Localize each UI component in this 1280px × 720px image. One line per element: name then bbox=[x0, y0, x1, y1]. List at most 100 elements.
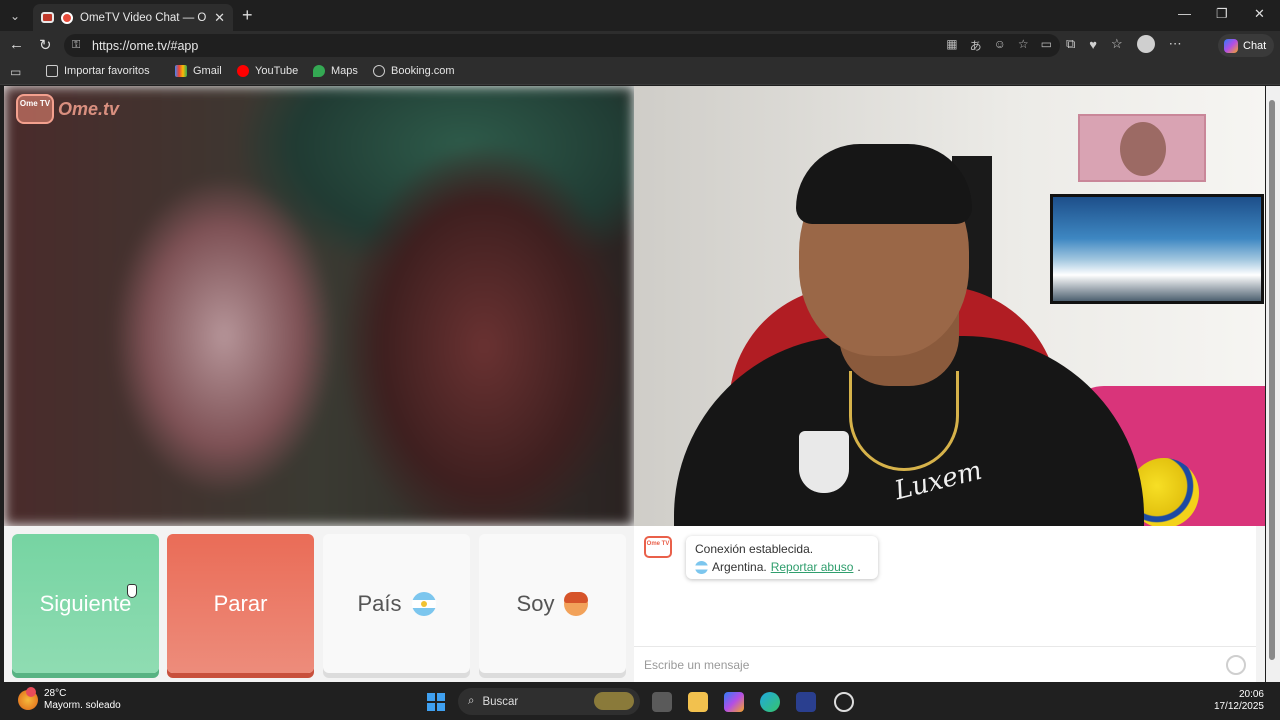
argentina-flag-icon bbox=[411, 591, 436, 616]
emoji-picker-icon[interactable] bbox=[1226, 655, 1246, 675]
app-record-icon[interactable] bbox=[834, 692, 854, 712]
browser-tab[interactable]: OmeTV Video Chat — Omegl ✕ bbox=[33, 4, 233, 31]
omnibox-actions: ▦ あ ☺ ☆ ▭ bbox=[946, 37, 1052, 54]
clock-time: 20:06 bbox=[1238, 689, 1264, 700]
task-view-icon[interactable] bbox=[652, 692, 672, 712]
ometv-logo[interactable]: Ome TV Ome.tv bbox=[16, 94, 119, 124]
next-button[interactable]: Siguiente bbox=[12, 534, 159, 673]
site-info-icon[interactable]: ⚿ bbox=[72, 39, 86, 53]
message-input[interactable]: Escribe un mensaje bbox=[634, 646, 1256, 682]
restore-icon[interactable]: ❐ bbox=[1216, 6, 1228, 22]
favorite-star-icon[interactable]: ☆ bbox=[1018, 37, 1029, 54]
tab-bar: ⌄ OmeTV Video Chat — Omegl ✕ + — ❐ ✕ bbox=[0, 0, 1280, 31]
clock-date: 17/12/2025 bbox=[1213, 701, 1264, 712]
copilot-icon[interactable] bbox=[724, 692, 744, 712]
tab-title: OmeTV Video Chat — Omegl bbox=[80, 11, 207, 24]
bookmark-import[interactable]: Importar favoritos bbox=[46, 65, 150, 77]
background-tv bbox=[1050, 194, 1264, 304]
ometv-logo-badge: Ome TV bbox=[16, 94, 54, 124]
next-label: Siguiente bbox=[39, 590, 132, 616]
partner-country: Argentina. bbox=[712, 560, 767, 574]
country-label: País bbox=[357, 590, 402, 616]
more-menu-icon[interactable]: ⋯ bbox=[1169, 36, 1182, 52]
favorites-icon[interactable]: ☆ bbox=[1111, 36, 1123, 52]
bookmark-label: Gmail bbox=[193, 65, 222, 77]
copilot-chat-button[interactable]: Chat bbox=[1218, 34, 1274, 57]
search-icon: ⌕ bbox=[468, 695, 475, 707]
file-explorer-icon[interactable] bbox=[688, 692, 708, 712]
gender-label: Soy bbox=[516, 590, 555, 616]
bookmark-youtube[interactable]: YouTube bbox=[237, 65, 298, 77]
system-message: Conexión establecida. Argentina. Reporta… bbox=[686, 536, 878, 579]
ometv-logo-text: Ome.tv bbox=[58, 98, 120, 119]
b-app-icon[interactable] bbox=[796, 692, 816, 712]
close-window-icon[interactable]: ✕ bbox=[1254, 6, 1265, 22]
scrollbar-thumb[interactable] bbox=[1269, 100, 1275, 660]
bookmark-gmail[interactable]: Gmail bbox=[175, 65, 222, 77]
stranger-video bbox=[4, 86, 634, 526]
globe-icon bbox=[373, 65, 385, 77]
search-highlight-icon bbox=[594, 692, 634, 710]
gender-button[interactable]: Soy bbox=[479, 534, 626, 673]
copilot-chat-label: Chat bbox=[1243, 39, 1267, 52]
address-bar: ← ↻ ⚿ https://ome.tv/#app ▦ あ ☺ ☆ ▭ ⧉ ♥ … bbox=[0, 31, 1280, 60]
stop-button[interactable]: Parar bbox=[167, 534, 314, 673]
chat-controls: Siguiente Parar País Soy bbox=[4, 526, 634, 682]
wall-poster bbox=[1078, 114, 1206, 182]
url-field[interactable]: ⚿ https://ome.tv/#app ▦ あ ☺ ☆ ▭ bbox=[64, 34, 1060, 57]
extensions-icon[interactable]: ⧉ bbox=[1066, 36, 1075, 52]
import-icon bbox=[46, 65, 58, 77]
report-abuse-link[interactable]: Reportar abuso bbox=[771, 558, 854, 576]
ometv-page: Ome TV Ome.tv Luxem Siguiente Parar País bbox=[4, 86, 1265, 682]
toolbar-icons: ⧉ ♥ ☆ ⋯ bbox=[1066, 35, 1182, 53]
reload-icon[interactable]: ↻ bbox=[39, 36, 52, 54]
maps-icon bbox=[313, 65, 325, 77]
new-tab-plus-icon[interactable]: + bbox=[242, 6, 253, 24]
search-label: Buscar bbox=[482, 695, 519, 708]
bookmarks-bar: ▭ Importar favoritos Gmail YouTube Maps … bbox=[0, 60, 1280, 85]
weather-widget[interactable]: 28°C Mayorm. soleado bbox=[18, 687, 121, 712]
profile-avatar[interactable] bbox=[1136, 35, 1155, 53]
bookmark-maps[interactable]: Maps bbox=[313, 65, 358, 77]
split-screen-icon[interactable]: ▭ bbox=[1041, 37, 1052, 54]
ometv-chat-icon: Ome TV bbox=[644, 536, 672, 558]
emoji-icon[interactable]: ☺ bbox=[994, 37, 1006, 54]
system-clock[interactable]: 20:06 17/12/2025 bbox=[1214, 689, 1264, 713]
boy-emoji-icon bbox=[564, 591, 589, 616]
tab-group-icon bbox=[41, 12, 54, 23]
tab-list-chevron-icon[interactable]: ⌄ bbox=[0, 0, 30, 31]
translate-icon[interactable]: あ bbox=[970, 37, 982, 54]
taskbar-search[interactable]: ⌕ Buscar bbox=[458, 688, 640, 715]
sidebar-toggle-icon[interactable]: ▭ bbox=[10, 65, 21, 79]
copilot-logo-icon bbox=[1224, 38, 1238, 53]
browser-essentials-icon[interactable]: ♥ bbox=[1089, 37, 1097, 52]
bookmark-label: Maps bbox=[331, 65, 358, 77]
bookmark-label: YouTube bbox=[255, 65, 299, 77]
bookmark-label: Booking.com bbox=[391, 65, 455, 77]
apps-grid-icon[interactable]: ▦ bbox=[946, 37, 957, 54]
url-text[interactable]: https://ome.tv/#app bbox=[92, 39, 198, 53]
windows-taskbar: 28°C Mayorm. soleado ⌕ Buscar 20:06 17/1… bbox=[0, 683, 1280, 720]
message-placeholder: Escribe un mensaje bbox=[644, 657, 750, 672]
shirt-crest bbox=[799, 431, 849, 493]
connection-status: Conexión establecida. bbox=[695, 542, 814, 556]
ometv-favicon-icon bbox=[61, 11, 73, 24]
bookmark-label: Importar favoritos bbox=[64, 65, 150, 77]
argentina-flag-icon bbox=[695, 560, 708, 574]
hand-cursor-icon bbox=[127, 584, 137, 598]
temperature: 28°C bbox=[44, 688, 67, 699]
edge-icon[interactable] bbox=[760, 692, 780, 712]
bookmark-booking[interactable]: Booking.com bbox=[373, 65, 455, 77]
back-arrow-icon[interactable]: ← bbox=[9, 36, 24, 53]
weather-sun-icon bbox=[18, 687, 38, 710]
page-scrollbar[interactable] bbox=[1266, 86, 1280, 682]
country-button[interactable]: País bbox=[323, 534, 470, 673]
chat-panel: Ome TV Conexión establecida. Argentina. … bbox=[634, 526, 1256, 682]
minimize-icon[interactable]: — bbox=[1178, 6, 1191, 21]
start-windows-icon[interactable] bbox=[427, 693, 445, 711]
tab-close-icon[interactable]: ✕ bbox=[214, 10, 225, 26]
stop-label: Parar bbox=[213, 590, 268, 616]
gmail-icon bbox=[175, 65, 187, 77]
self-video: Luxem bbox=[634, 86, 1265, 526]
weather-description: Mayorm. soleado bbox=[44, 700, 121, 711]
